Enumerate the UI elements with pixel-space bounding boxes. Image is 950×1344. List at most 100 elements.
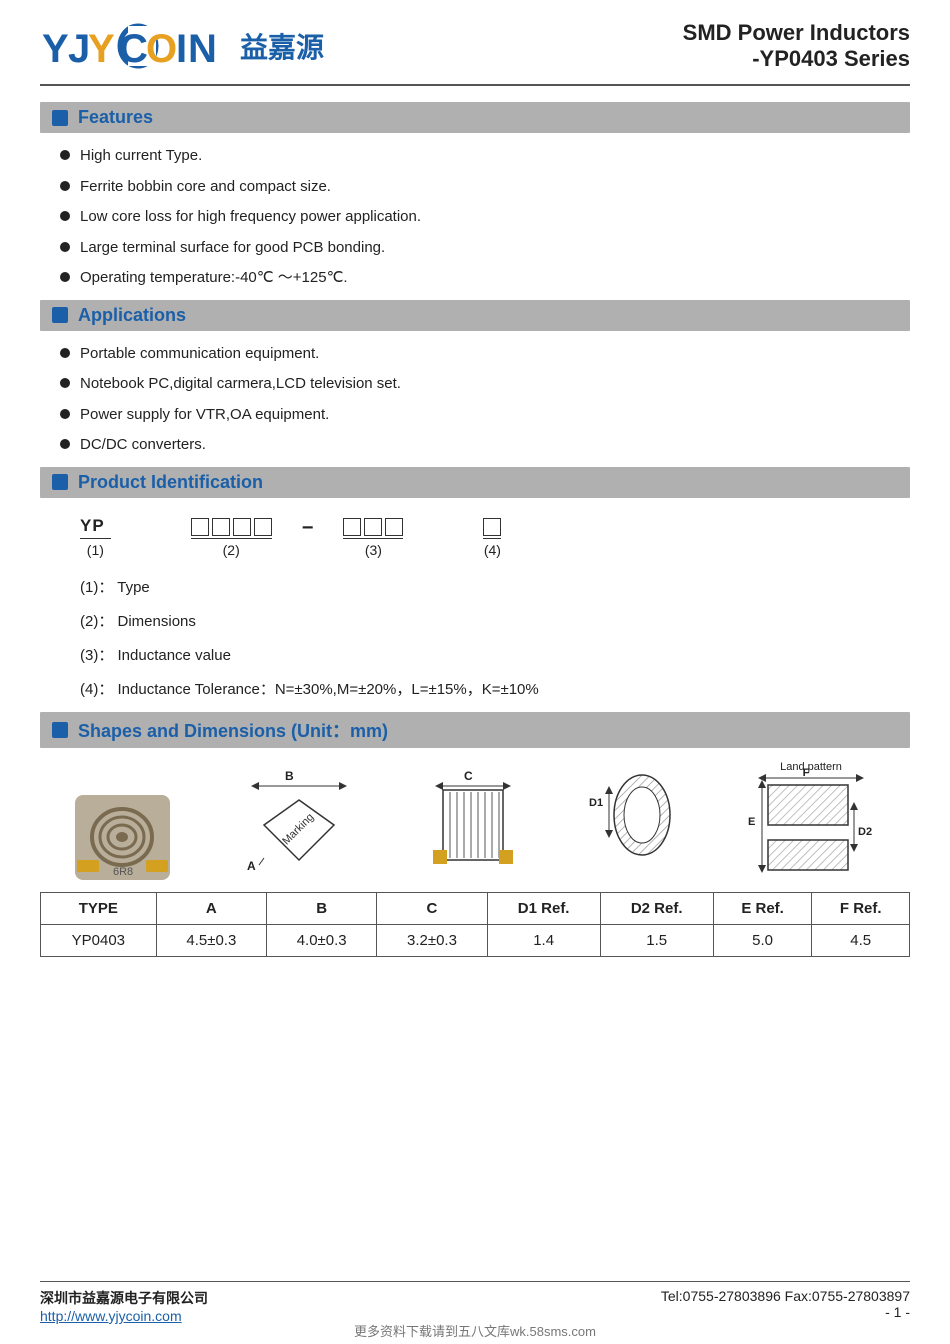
footer-company: 深圳市益嘉源电子有限公司: [40, 1288, 208, 1308]
applications-list: Portable communication equipment. Notebo…: [60, 343, 910, 457]
svg-text:Y: Y: [88, 27, 115, 71]
table-header-f: F Ref.: [812, 892, 910, 924]
logo-area: Y J Y C O I N 益嘉源: [40, 20, 324, 72]
pid-desc-text: Dimensions: [118, 613, 196, 630]
features-title: Features: [78, 107, 153, 128]
svg-text:D1: D1: [589, 797, 603, 809]
pid-prefix: YP: [80, 516, 105, 535]
list-item-text: Notebook PC,digital carmera,LCD televisi…: [80, 373, 401, 396]
pid-box: [212, 518, 230, 536]
front-view-wrap: C: [428, 770, 518, 880]
pid-dash: −: [302, 517, 314, 540]
pid-desc-item: (4)： Inductance Tolerance：N=±30%,M=±20%，…: [80, 678, 910, 702]
pid-box: [364, 518, 382, 536]
pid-box: [483, 518, 501, 536]
svg-text:C: C: [119, 27, 148, 71]
footer-tel-fax: Tel:0755-27803896 Fax:0755-27803897: [661, 1288, 910, 1304]
pid-desc-num: (1)：: [80, 579, 113, 596]
table-header-row: TYPE A B C D1 Ref. D2 Ref. E Ref. F Ref.: [41, 892, 910, 924]
pid-col-4: (4): [483, 518, 501, 558]
pid-desc-num: (3)：: [80, 647, 113, 664]
list-item: DC/DC converters.: [60, 434, 910, 457]
bullet: [60, 272, 70, 282]
features-list: High current Type. Ferrite bobbin core a…: [60, 145, 910, 290]
logo-svg: Y J Y C O I N: [40, 20, 230, 72]
table-header-type: TYPE: [41, 892, 157, 924]
cross-section-wrap: D1: [587, 770, 677, 880]
pid-boxes-2: [191, 518, 272, 536]
list-item: Large terminal surface for good PCB bond…: [60, 237, 910, 260]
pid-col-1: YP (1): [80, 516, 111, 558]
product-id-title: Product Identification: [78, 472, 263, 493]
features-icon: [52, 110, 68, 126]
footer-right: Tel:0755-27803896 Fax:0755-27803897 - 1 …: [661, 1288, 910, 1320]
table-cell-a: 4.5±0.3: [156, 924, 266, 956]
pid-boxes-3: [343, 518, 403, 536]
table-header-b: B: [267, 892, 377, 924]
coil-photo-wrap: 6R8: [75, 795, 170, 880]
cross-section-svg: D1: [587, 770, 677, 880]
table-cell-f: 4.5: [812, 924, 910, 956]
logo-chinese: 益嘉源: [240, 26, 324, 66]
pid-num-4: (4): [484, 542, 501, 558]
svg-text:D2: D2: [858, 826, 872, 838]
dimensions-table: TYPE A B C D1 Ref. D2 Ref. E Ref. F Ref.…: [40, 892, 910, 957]
table-cell-e: 5.0: [713, 924, 812, 956]
list-item: High current Type.: [60, 145, 910, 168]
features-section-bar: Features: [40, 102, 910, 133]
product-id-diagram: YP (1) (2) −: [80, 516, 910, 558]
pid-box: [343, 518, 361, 536]
table-cell-b: 4.0±0.3: [267, 924, 377, 956]
page: Y J Y C O I N 益嘉源 SMD Power Inductors -Y…: [0, 0, 950, 1344]
bullet: [60, 150, 70, 160]
pid-box: [191, 518, 209, 536]
table-header-e: E Ref.: [713, 892, 812, 924]
svg-text:N: N: [188, 27, 217, 71]
svg-text:Land pattern: Land pattern: [780, 761, 842, 773]
list-item: Operating temperature:-40℃ ～+125℃.: [60, 267, 910, 290]
title-line2: -YP0403 Series: [683, 46, 910, 72]
pid-num-3: (3): [365, 542, 382, 558]
pid-box: [233, 518, 251, 536]
pid-num-2: (2): [223, 542, 240, 558]
list-item: Ferrite bobbin core and compact size.: [60, 176, 910, 199]
svg-text:J: J: [68, 27, 90, 71]
bullet: [60, 211, 70, 221]
list-item-text: DC/DC converters.: [80, 434, 206, 457]
footer: 深圳市益嘉源电子有限公司 http://www.yjycoin.com Tel:…: [40, 1281, 910, 1324]
pid-desc-item: (3)： Inductance value: [80, 644, 910, 668]
svg-text:A: A: [247, 859, 256, 873]
svg-text:O: O: [146, 27, 177, 71]
pid-desc-text: Type: [117, 579, 150, 596]
svg-text:B: B: [285, 770, 294, 783]
table-row: YP0403 4.5±0.3 4.0±0.3 3.2±0.3 1.4 1.5 5…: [41, 924, 910, 956]
list-item-text: Operating temperature:-40℃ ～+125℃.: [80, 267, 348, 290]
product-id-section-bar: Product Identification: [40, 467, 910, 498]
footer-bottom-text: 更多资料下载请到五八文库wk.58sms.com: [0, 1321, 950, 1340]
header: Y J Y C O I N 益嘉源 SMD Power Inductors -Y…: [40, 20, 910, 86]
pid-desc-text: Inductance value: [118, 647, 231, 664]
pid-desc-num: (4)：: [80, 681, 113, 698]
bullet: [60, 378, 70, 388]
table-cell-c: 3.2±0.3: [377, 924, 487, 956]
list-item-text: Power supply for VTR,OA equipment.: [80, 404, 329, 427]
svg-text:F: F: [802, 767, 809, 779]
shapes-diagrams: 6R8 B Marking A: [40, 760, 910, 880]
list-item-text: Ferrite bobbin core and compact size.: [80, 176, 331, 199]
pid-box: [254, 518, 272, 536]
svg-text:Y: Y: [42, 27, 69, 71]
pid-desc-item: (2)： Dimensions: [80, 610, 910, 634]
svg-text:6R8: 6R8: [113, 866, 133, 878]
list-item: Notebook PC,digital carmera,LCD televisi…: [60, 373, 910, 396]
table-header-d2: D2 Ref.: [600, 892, 713, 924]
pid-boxes-4: [483, 518, 501, 536]
pid-box: [385, 518, 403, 536]
pid-desc-item: (1)： Type: [80, 576, 910, 600]
list-item: Low core loss for high frequency power a…: [60, 206, 910, 229]
shapes-section-bar: Shapes and Dimensions (Unit：mm): [40, 712, 910, 748]
front-view-svg: C: [428, 770, 518, 880]
table-cell-d1: 1.4: [487, 924, 600, 956]
applications-icon: [52, 307, 68, 323]
bullet: [60, 348, 70, 358]
footer-page: - 1 -: [661, 1304, 910, 1320]
